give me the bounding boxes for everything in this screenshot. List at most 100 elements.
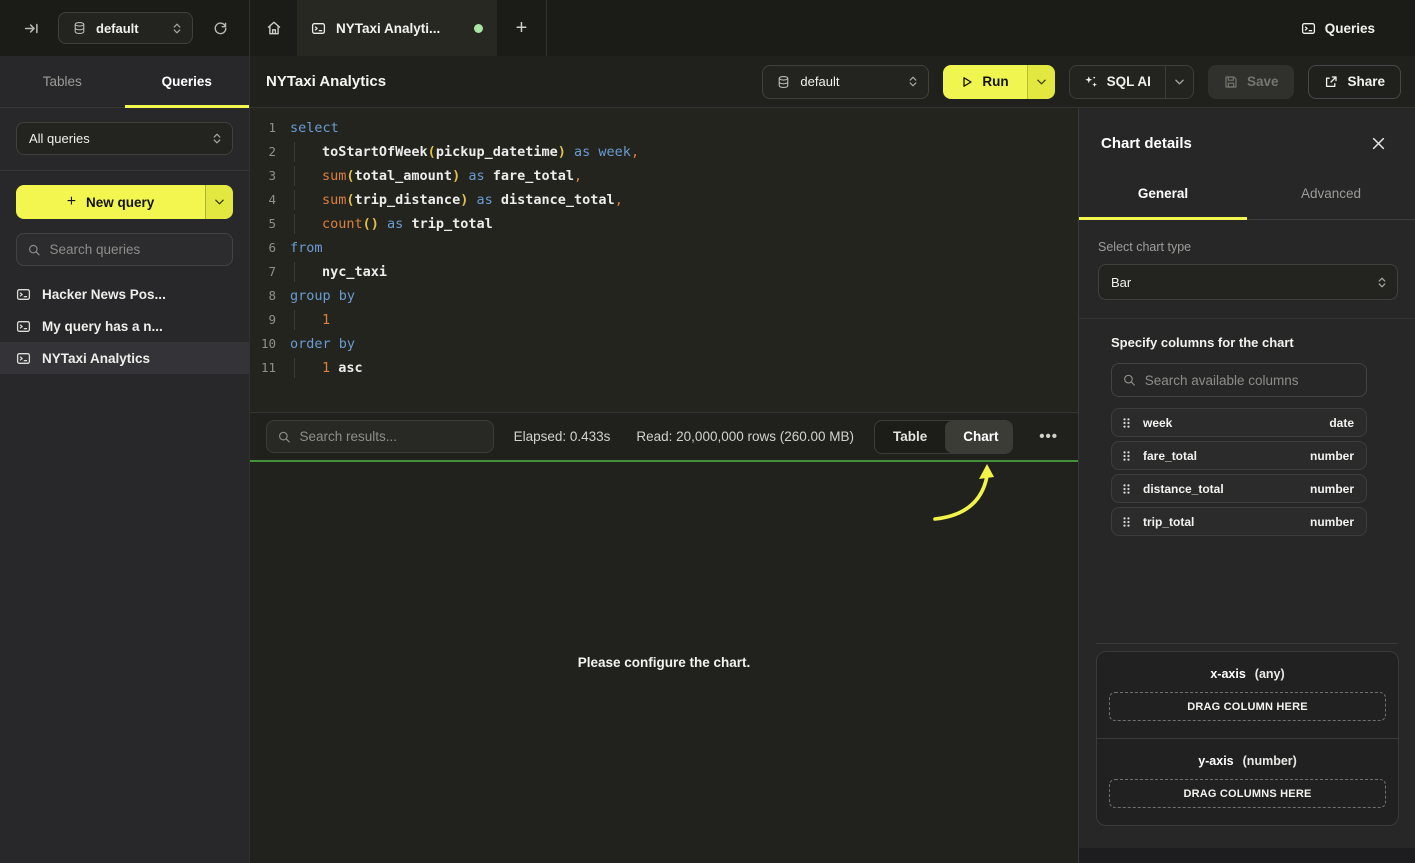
sql-ai-button[interactable]: SQL AI bbox=[1069, 65, 1194, 99]
query-terminal-icon bbox=[16, 319, 31, 334]
code-line: 11 1 asc bbox=[250, 356, 1078, 380]
x-axis-drop-zone[interactable]: DRAG COLUMN HERE bbox=[1109, 692, 1386, 721]
tab-nytaxi-analytics[interactable]: NYTaxi Analyti... bbox=[297, 0, 497, 56]
query-item-label: My query has a n... bbox=[42, 319, 163, 334]
query-item-label: Hacker News Pos... bbox=[42, 287, 166, 302]
divider bbox=[1096, 643, 1398, 644]
column-type: number bbox=[1310, 515, 1354, 529]
sidebar-query-item[interactable]: My query has a n... bbox=[0, 310, 249, 342]
column-name: week bbox=[1143, 416, 1172, 430]
refresh-icon[interactable] bbox=[207, 15, 233, 41]
code-content: count() as trip_total bbox=[290, 212, 493, 236]
run-button[interactable]: Run bbox=[943, 65, 1054, 99]
line-number: 10 bbox=[250, 332, 276, 356]
run-button-main[interactable]: Run bbox=[943, 65, 1026, 99]
panel-tab-advanced[interactable]: Advanced bbox=[1247, 168, 1415, 219]
sql-ai-main[interactable]: SQL AI bbox=[1070, 66, 1165, 98]
chart-type-select[interactable]: Bar bbox=[1098, 264, 1398, 300]
query-terminal-icon bbox=[311, 21, 326, 36]
line-number: 9 bbox=[250, 308, 276, 332]
columns-section: Specify columns for the chart weekdatefa… bbox=[1079, 319, 1415, 536]
available-columns-list: weekdatefare_totalnumberdistance_totalnu… bbox=[1111, 408, 1367, 536]
search-queries-box bbox=[16, 233, 233, 266]
search-queries-input[interactable] bbox=[49, 242, 221, 257]
database-icon bbox=[775, 74, 791, 90]
y-axis-drop-zone[interactable]: DRAG COLUMNS HERE bbox=[1109, 779, 1386, 808]
new-tab-button[interactable]: + bbox=[497, 0, 547, 56]
code-content: 1 asc bbox=[290, 356, 363, 380]
line-number: 2 bbox=[250, 140, 276, 164]
run-label: Run bbox=[982, 74, 1008, 89]
run-dropdown[interactable] bbox=[1027, 65, 1055, 99]
chart-details-panel: Chart details General Advanced Select ch… bbox=[1078, 108, 1415, 863]
column-item[interactable]: week date bbox=[1111, 408, 1367, 437]
line-number: 4 bbox=[250, 188, 276, 212]
new-query-label: New query bbox=[86, 195, 154, 210]
column-type: date bbox=[1329, 416, 1354, 430]
results-toolbar: Elapsed: 0.433s Read: 20,000,000 rows (2… bbox=[250, 412, 1078, 460]
new-query-main[interactable]: + New query bbox=[16, 185, 205, 219]
drag-handle-icon bbox=[1122, 483, 1131, 495]
column-item[interactable]: fare_totalnumber bbox=[1111, 441, 1367, 470]
panel-footer bbox=[1079, 848, 1415, 863]
save-icon bbox=[1224, 75, 1238, 89]
search-icon bbox=[278, 430, 291, 444]
sidebar-query-item[interactable]: NYTaxi Analytics bbox=[0, 342, 249, 374]
tab-strip: NYTaxi Analyti... + bbox=[250, 0, 547, 56]
annotation-arrow bbox=[905, 462, 1001, 534]
new-query-dropdown[interactable] bbox=[205, 185, 233, 219]
sql-console-app: default NYTaxi Analyti... + Queries bbox=[0, 0, 1415, 863]
database-selector-value: default bbox=[96, 21, 139, 36]
view-switcher: Table Chart bbox=[874, 420, 1013, 454]
query-filter-value: All queries bbox=[29, 131, 90, 146]
column-type: number bbox=[1310, 449, 1354, 463]
more-options-icon[interactable]: ••• bbox=[1033, 428, 1064, 445]
view-tab-chart[interactable]: Chart bbox=[945, 421, 1013, 453]
code-line: 5count() as trip_total bbox=[250, 212, 1078, 236]
line-number: 11 bbox=[250, 356, 276, 380]
code-content: sum(total_amount) as fare_total, bbox=[290, 164, 582, 188]
home-button[interactable] bbox=[250, 0, 297, 56]
close-icon[interactable] bbox=[1372, 137, 1385, 150]
sql-ai-dropdown[interactable] bbox=[1165, 66, 1193, 98]
column-item[interactable]: distance_totalnumber bbox=[1111, 474, 1367, 503]
database-selector[interactable]: default bbox=[58, 12, 193, 44]
chevron-updown-icon bbox=[212, 132, 222, 145]
line-number: 7 bbox=[250, 260, 276, 284]
content-split: 1select2toStartOfWeek(pickup_datetime) a… bbox=[250, 108, 1415, 863]
body-row: Tables Queries All queries + New query bbox=[0, 56, 1415, 863]
chevron-updown-icon bbox=[1377, 276, 1387, 289]
query-terminal-icon bbox=[16, 287, 31, 302]
column-item[interactable]: trip_totalnumber bbox=[1111, 507, 1367, 536]
drag-handle-icon bbox=[1122, 516, 1131, 528]
queries-nav-button[interactable]: Queries bbox=[1301, 0, 1415, 56]
collapse-sidebar-icon[interactable] bbox=[18, 15, 44, 41]
sidebar-tab-queries[interactable]: Queries bbox=[125, 56, 250, 107]
save-button[interactable]: Save bbox=[1208, 65, 1295, 99]
play-icon bbox=[961, 76, 973, 88]
search-results-input[interactable] bbox=[300, 429, 482, 444]
sql-editor[interactable]: 1select2toStartOfWeek(pickup_datetime) a… bbox=[250, 108, 1078, 412]
new-query-button[interactable]: + New query bbox=[16, 185, 233, 219]
chevron-updown-icon bbox=[172, 22, 182, 35]
y-axis-label: y-axis bbox=[1198, 754, 1233, 768]
panel-tab-general[interactable]: General bbox=[1079, 168, 1247, 219]
share-button[interactable]: Share bbox=[1308, 65, 1401, 99]
sidebar-tab-tables[interactable]: Tables bbox=[0, 56, 125, 107]
main-region: NYTaxi Analytics default bbox=[250, 56, 1415, 863]
saved-query-list: Hacker News Pos... My query has a n... NYT… bbox=[0, 278, 249, 374]
y-axis-constraint: (number) bbox=[1243, 754, 1297, 768]
search-columns-input[interactable] bbox=[1145, 373, 1355, 388]
chevron-down-icon bbox=[1175, 79, 1184, 85]
sidebar-query-item[interactable]: Hacker News Pos... bbox=[0, 278, 249, 310]
query-terminal-icon bbox=[16, 351, 31, 366]
query-filter-select[interactable]: All queries bbox=[16, 122, 233, 155]
divider bbox=[0, 170, 249, 171]
chevron-down-icon bbox=[1037, 79, 1046, 85]
column-name: distance_total bbox=[1143, 482, 1224, 496]
run-database-selector[interactable]: default bbox=[762, 65, 929, 99]
axis-config-box: x-axis (any) DRAG COLUMN HERE y-axis (nu… bbox=[1096, 651, 1399, 826]
view-tab-table[interactable]: Table bbox=[875, 421, 945, 453]
code-line: 10order by bbox=[250, 332, 1078, 356]
code-line: 8group by bbox=[250, 284, 1078, 308]
